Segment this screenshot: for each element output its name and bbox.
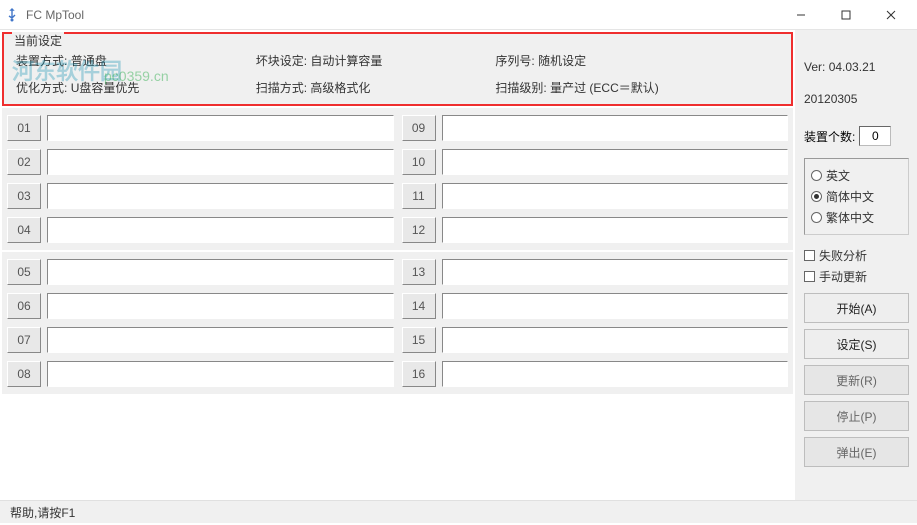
- slot-button-05[interactable]: 05: [7, 259, 41, 285]
- radio-icon: [811, 170, 822, 181]
- slot-progress: [47, 293, 394, 319]
- settings-legend: 当前设定: [12, 32, 64, 49]
- slot-button-03[interactable]: 03: [7, 183, 41, 209]
- slot-button-09[interactable]: 09: [402, 115, 436, 141]
- lang-english[interactable]: 英文: [811, 165, 902, 186]
- slot-progress: [47, 217, 394, 243]
- slot-progress: [442, 361, 789, 387]
- device-mode: 装置方式: 普通盘: [16, 52, 256, 69]
- slot-row: 15: [402, 327, 789, 353]
- check-manual-update[interactable]: 手动更新: [804, 266, 909, 287]
- slot-row: 04: [7, 217, 394, 243]
- slot-progress: [442, 149, 789, 175]
- checkbox-icon: [804, 271, 815, 282]
- device-count: 装置个数: 0: [804, 126, 909, 146]
- status-text: 帮助,请按F1: [10, 504, 75, 521]
- slot-progress: [442, 293, 789, 319]
- slot-progress: [47, 361, 394, 387]
- slot-button-10[interactable]: 10: [402, 149, 436, 175]
- slot-button-11[interactable]: 11: [402, 183, 436, 209]
- slot-button-01[interactable]: 01: [7, 115, 41, 141]
- device-count-value: 0: [859, 126, 891, 146]
- slot-row: 07: [7, 327, 394, 353]
- slot-progress: [47, 327, 394, 353]
- slot-progress: [442, 327, 789, 353]
- maximize-button[interactable]: [823, 0, 868, 30]
- close-button[interactable]: [868, 0, 913, 30]
- slot-row: 13: [402, 259, 789, 285]
- slot-group-2: 05 06 07 08 13 14 15 16: [2, 252, 793, 394]
- slot-button-07[interactable]: 07: [7, 327, 41, 353]
- slot-progress: [442, 217, 789, 243]
- slot-progress: [442, 259, 789, 285]
- slot-button-12[interactable]: 12: [402, 217, 436, 243]
- slot-row: 05: [7, 259, 394, 285]
- slot-button-08[interactable]: 08: [7, 361, 41, 387]
- slot-row: 08: [7, 361, 394, 387]
- slot-button-04[interactable]: 04: [7, 217, 41, 243]
- radio-icon: [811, 212, 822, 223]
- slot-button-16[interactable]: 16: [402, 361, 436, 387]
- status-bar: 帮助,请按F1: [0, 500, 917, 523]
- slot-row: 03: [7, 183, 394, 209]
- slot-row: 02: [7, 149, 394, 175]
- slot-row: 09: [402, 115, 789, 141]
- slot-button-14[interactable]: 14: [402, 293, 436, 319]
- slot-progress: [47, 115, 394, 141]
- slot-progress: [47, 149, 394, 175]
- language-group: 英文 简体中文 繁体中文: [804, 158, 909, 235]
- eject-button[interactable]: 弹出(E): [804, 437, 909, 467]
- slot-row: 12: [402, 217, 789, 243]
- slot-row: 11: [402, 183, 789, 209]
- version-label: Ver: 04.03.21: [804, 60, 909, 74]
- slot-button-15[interactable]: 15: [402, 327, 436, 353]
- radio-icon: [811, 191, 822, 202]
- usb-icon: [4, 7, 20, 23]
- scan-mode: 扫描方式: 高级格式化: [256, 79, 496, 96]
- slot-row: 16: [402, 361, 789, 387]
- check-fail-analysis[interactable]: 失败分析: [804, 245, 909, 266]
- slot-row: 10: [402, 149, 789, 175]
- settings-button[interactable]: 设定(S): [804, 329, 909, 359]
- current-settings-panel: 当前设定 河东软件园 pc0359.cn 装置方式: 普通盘 坏块设定: 自动计…: [2, 32, 793, 106]
- bad-block-setting: 坏块设定: 自动计算容量: [256, 52, 496, 69]
- optimize-mode: 优化方式: U盘容量优先: [16, 79, 256, 96]
- slot-row: 06: [7, 293, 394, 319]
- checkbox-icon: [804, 250, 815, 261]
- build-date: 20120305: [804, 92, 909, 106]
- slot-button-06[interactable]: 06: [7, 293, 41, 319]
- slot-button-02[interactable]: 02: [7, 149, 41, 175]
- start-button[interactable]: 开始(A): [804, 293, 909, 323]
- scan-level: 扫描级别: 量产过 (ECC＝默认): [495, 79, 783, 96]
- slot-progress: [442, 115, 789, 141]
- serial-setting: 序列号: 随机设定: [495, 52, 783, 69]
- slot-row: 14: [402, 293, 789, 319]
- app-title: FC MpTool: [26, 8, 84, 22]
- titlebar: FC MpTool: [0, 0, 917, 30]
- side-panel: Ver: 04.03.21 20120305 装置个数: 0 英文 简体中文 繁…: [795, 30, 917, 500]
- slot-button-13[interactable]: 13: [402, 259, 436, 285]
- slot-progress: [47, 183, 394, 209]
- slot-progress: [442, 183, 789, 209]
- minimize-button[interactable]: [778, 0, 823, 30]
- stop-button[interactable]: 停止(P): [804, 401, 909, 431]
- slot-group-1: 01 02 03 04 09 10 11 12: [2, 108, 793, 250]
- lang-traditional[interactable]: 繁体中文: [811, 207, 902, 228]
- update-button[interactable]: 更新(R): [804, 365, 909, 395]
- slot-row: 01: [7, 115, 394, 141]
- lang-simplified[interactable]: 简体中文: [811, 186, 902, 207]
- slot-progress: [47, 259, 394, 285]
